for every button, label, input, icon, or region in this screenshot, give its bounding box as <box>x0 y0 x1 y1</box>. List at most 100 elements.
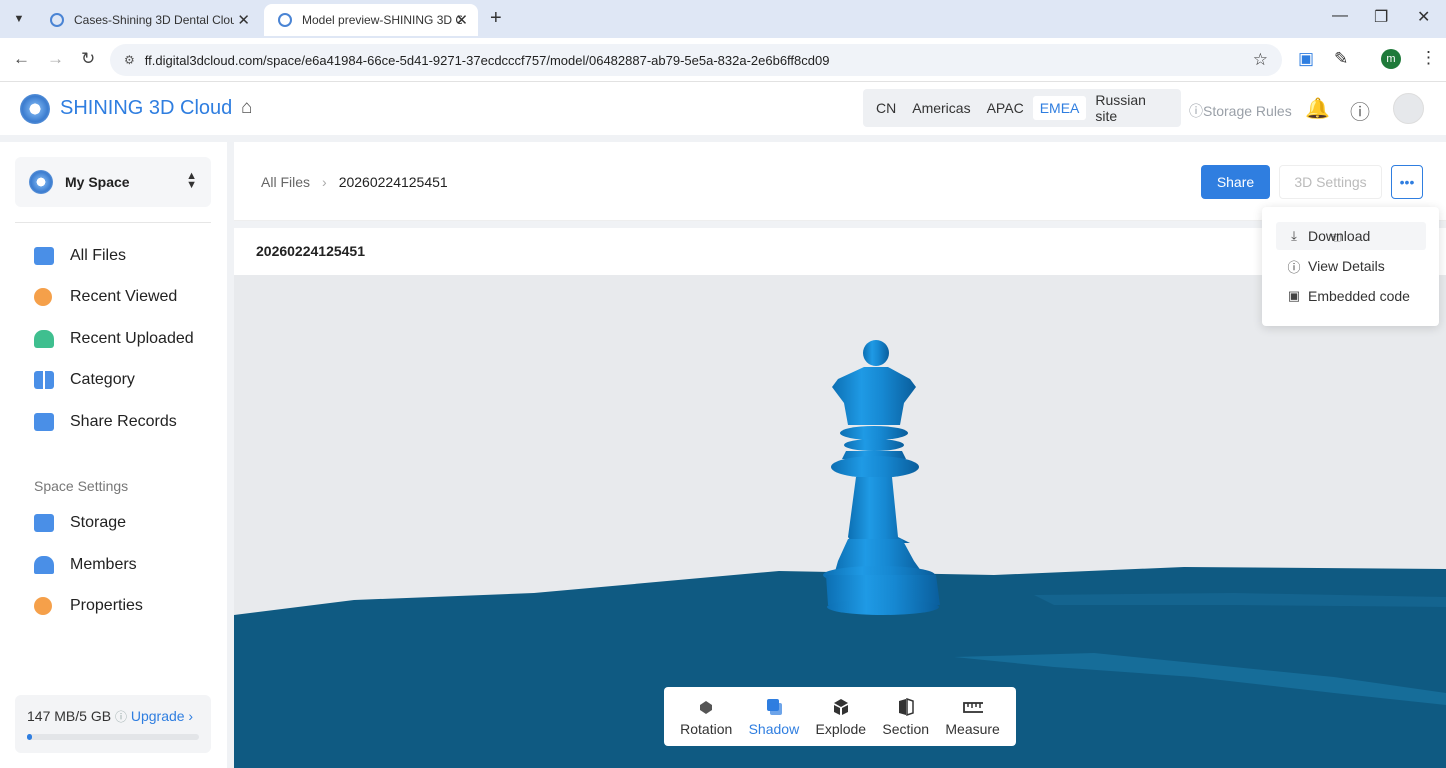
sidebar-item-members[interactable]: Members <box>34 556 137 574</box>
chart-icon <box>34 514 54 532</box>
explode-icon <box>831 697 851 717</box>
shadow-icon <box>764 697 784 717</box>
close-tab-icon[interactable]: ✕ <box>455 11 468 29</box>
menu-item-label: Embedded code <box>1308 288 1410 304</box>
sidebar-item-properties[interactable]: Properties <box>34 597 143 615</box>
section-label: Space Settings <box>34 478 129 494</box>
breadcrumb-all-files[interactable]: All Files <box>261 174 310 190</box>
share-button[interactable]: Share <box>1201 165 1270 199</box>
more-options-menu: ⤓ Download ⓘ View Details ▣ Embedded cod… <box>1262 207 1439 326</box>
upgrade-link[interactable]: Upgrade › <box>131 708 193 724</box>
info-icon: ⓘ <box>1287 259 1301 275</box>
sidebar-item-label: Properties <box>70 597 143 614</box>
region-cn[interactable]: CN <box>869 96 903 120</box>
sidebar-item-all-files[interactable]: All Files <box>34 247 126 265</box>
tool-explode[interactable]: Explode <box>815 697 866 737</box>
brand-name[interactable]: SHINING 3D Cloud <box>60 97 232 120</box>
tool-rotation[interactable]: Rotation <box>680 697 732 737</box>
restore-icon[interactable]: ❐ <box>1374 7 1388 27</box>
profile-avatar[interactable]: m <box>1381 49 1401 69</box>
tab-title: Model preview-SHINING 3D Cl <box>302 13 462 27</box>
model-name: 20260224125451 <box>256 243 366 259</box>
screenshot-extension-icon[interactable]: ▣ <box>1298 49 1314 69</box>
breadcrumb-current: 20260224125451 <box>338 174 448 190</box>
browser-menu-icon[interactable]: ⋮ <box>1420 48 1437 68</box>
tool-measure[interactable]: Measure <box>945 697 1000 737</box>
minimize-icon[interactable]: — <box>1332 7 1348 25</box>
region-americas[interactable]: Americas <box>905 96 977 120</box>
forward-icon[interactable]: → <box>47 49 64 69</box>
app-header: SHINING 3D Cloud ⌂ CN Americas APAC EMEA… <box>0 82 1446 135</box>
window-close-icon[interactable]: ✕ <box>1417 7 1430 27</box>
divider <box>15 222 211 223</box>
bookmark-star-icon[interactable]: ☆ <box>1253 50 1268 70</box>
sidebar-item-recent-viewed[interactable]: Recent Viewed <box>34 288 177 306</box>
logo-icon[interactable] <box>20 94 50 124</box>
download-icon: ⤓ <box>1291 228 1297 243</box>
quota-progress-fill <box>27 734 33 740</box>
tool-label: Rotation <box>680 720 733 737</box>
folder-icon <box>34 247 54 265</box>
info-circle-icon <box>34 597 52 615</box>
browser-tab-model-preview[interactable]: Model preview-SHINING 3D Cl ✕ <box>264 4 478 36</box>
bell-icon[interactable]: 🔔 <box>1305 96 1330 121</box>
chevron-right-icon: › <box>322 174 327 190</box>
storage-rules-link[interactable]: ⓘStorage Rules <box>1189 101 1292 121</box>
menu-item-download[interactable]: ⤓ Download <box>1276 222 1426 250</box>
breadcrumb: All Files › 20260224125451 <box>261 174 448 190</box>
users-icon <box>34 556 54 574</box>
info-icon[interactable]: ⓘ <box>115 710 127 724</box>
space-selector[interactable]: My Space ▲ ▼ <box>15 157 211 207</box>
address-bar-row: ← → ↻ ⚙ ff.digital3dcloud.com/space/e6a4… <box>0 38 1446 82</box>
grid-icon <box>34 371 54 389</box>
close-tab-icon[interactable]: ✕ <box>237 11 250 29</box>
sidebar-item-storage[interactable]: Storage <box>34 514 126 532</box>
reload-icon[interactable]: ↻ <box>81 49 95 69</box>
ruler-icon <box>962 697 983 717</box>
quota-used: 147 MB/5 GB <box>27 708 112 724</box>
back-icon[interactable]: ← <box>13 49 30 69</box>
tab-search-icon[interactable]: ▼ <box>8 8 30 30</box>
rotation-icon <box>696 697 716 717</box>
tab-title: Cases-Shining 3D Dental Cloud <box>74 13 234 27</box>
tool-label: Shadow <box>748 720 800 737</box>
sidebar-item-label: Recent Uploaded <box>70 330 194 347</box>
url-input[interactable]: ⚙ ff.digital3dcloud.com/space/e6a41984-6… <box>110 44 1282 76</box>
sidebar: My Space ▲ ▼ All Files Recent Viewed Rece… <box>0 142 227 768</box>
3d-settings-button[interactable]: 3D Settings <box>1279 165 1382 199</box>
menu-item-view-details[interactable]: ⓘ View Details <box>1276 252 1426 280</box>
new-tab-icon[interactable]: + <box>490 7 502 30</box>
sidebar-item-recent-uploaded[interactable]: Recent Uploaded <box>34 330 194 348</box>
sort-arrows-icon: ▲ ▼ <box>186 170 197 191</box>
menu-item-embedded-code[interactable]: ▣ Embedded code <box>1276 282 1426 310</box>
region-russian-site[interactable]: Russian site <box>1088 88 1173 128</box>
sidebar-item-label: Recent Viewed <box>70 288 178 305</box>
region-apac[interactable]: APAC <box>980 96 1031 120</box>
clock-icon <box>34 288 52 306</box>
browser-tab-cases[interactable]: Cases-Shining 3D Dental Cloud ✕ <box>36 4 260 36</box>
code-icon: ▣ <box>1287 288 1301 303</box>
tool-label: Measure <box>945 720 1000 737</box>
user-avatar[interactable] <box>1393 93 1424 124</box>
cloud-upload-icon <box>34 330 54 348</box>
share-folder-icon <box>34 413 54 431</box>
tool-shadow[interactable]: Shadow <box>748 697 800 737</box>
tool-label: Section <box>882 720 930 737</box>
sidebar-item-label: All Files <box>70 247 127 264</box>
menu-item-label: View Details <box>1308 258 1385 274</box>
sidebar-item-label: Category <box>70 371 135 388</box>
region-emea[interactable]: EMEA <box>1032 96 1087 120</box>
storage-rules-label: Storage Rules <box>1203 103 1292 119</box>
sidebar-item-share-records[interactable]: Share Records <box>34 413 177 431</box>
url-text: ff.digital3dcloud.com/space/e6a41984-66c… <box>144 52 830 68</box>
space-avatar-icon <box>29 170 53 194</box>
help-icon[interactable]: ⓘ <box>1350 96 1370 125</box>
extensions-icon[interactable]: ✎ <box>1334 49 1348 69</box>
home-icon[interactable]: ⌂ <box>241 97 252 119</box>
sidebar-item-label: Share Records <box>70 413 177 430</box>
chess-queen-model <box>823 340 940 615</box>
tool-section[interactable]: Section <box>882 697 929 737</box>
more-options-button[interactable]: ••• <box>1391 165 1423 199</box>
sidebar-item-category[interactable]: Category <box>34 371 135 389</box>
site-info-icon[interactable]: ⚙ <box>124 53 135 67</box>
